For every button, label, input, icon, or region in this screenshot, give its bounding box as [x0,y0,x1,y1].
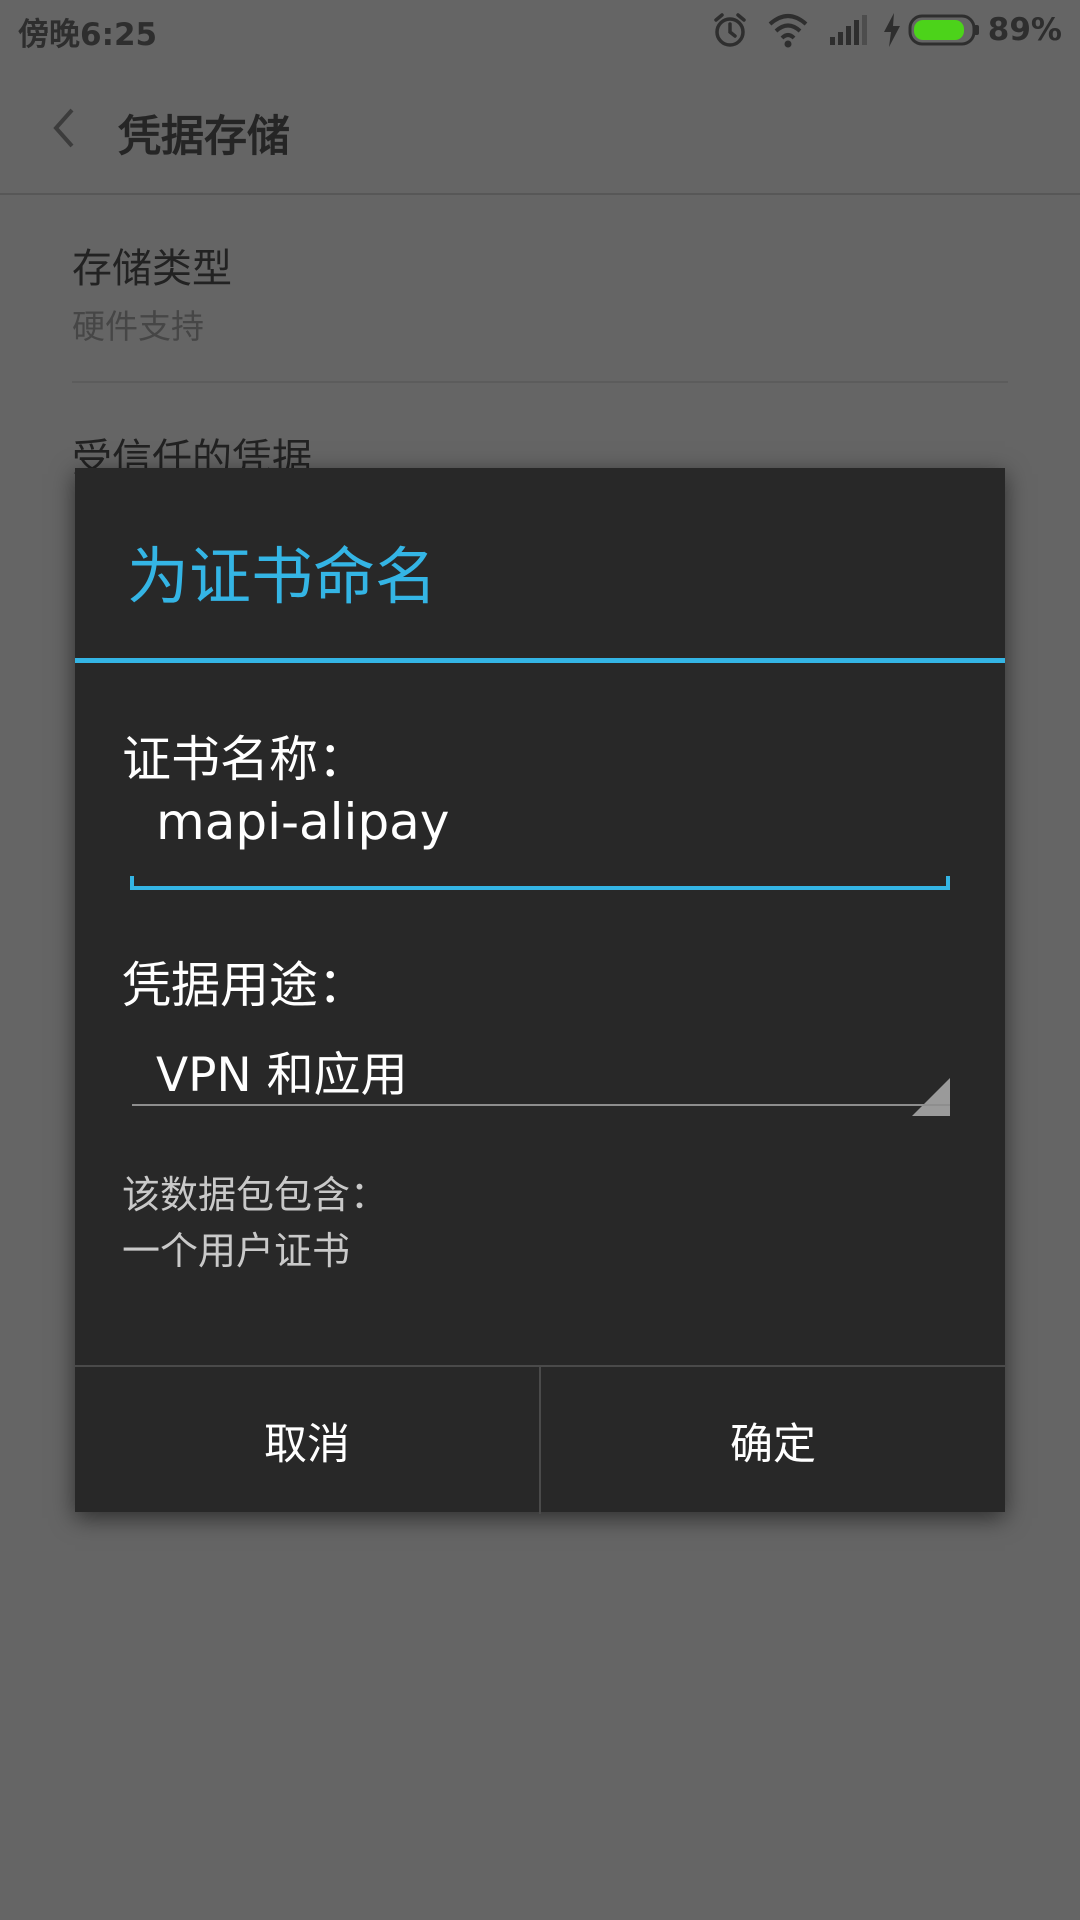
setting-subtitle: 硬件支持 [72,307,204,346]
app-bar: 凭据存储 [0,60,1080,193]
credential-usage-value: VPN 和应用 [156,1048,408,1103]
dropdown-underline [132,1104,950,1106]
chevron-left-icon [53,108,74,148]
credential-usage-label: 凭据用途： [122,957,368,1014]
wifi-icon [768,12,808,48]
dialog-title: 为证书命名 [127,540,438,613]
input-underline [130,886,950,890]
charging-icon [882,13,902,47]
status-time: 傍晚6:25 [18,17,158,53]
status-bar: 傍晚6:25 89% [0,0,1080,60]
dialog-button-bar: 取消 确定 [75,1365,1005,1514]
page-title: 凭据存储 [118,112,290,162]
setting-storage-type[interactable]: 存储类型 硬件支持 [72,236,1008,348]
battery-percent: 89% [987,12,1062,48]
battery-icon [908,14,980,46]
package-contents: 一个用户证书 [122,1229,351,1273]
certificate-name-label: 证书名称： [122,731,368,788]
certificate-name-input[interactable] [130,792,976,852]
setting-title: 存储类型 [72,246,232,292]
input-underline-tick [946,876,950,888]
ok-button[interactable]: 确定 [541,1367,1005,1514]
alarm-icon [710,10,750,50]
back-button[interactable] [36,98,96,158]
dialog-title-divider [75,658,1005,663]
list-divider [72,381,1008,383]
package-contains-label: 该数据包包含： [122,1173,389,1217]
app-bar-divider [0,193,1080,195]
dropdown-arrow-icon [912,1078,950,1116]
status-icons: 89% [710,10,1062,50]
cancel-button[interactable]: 取消 [75,1367,539,1514]
name-certificate-dialog: 为证书命名 证书名称： 凭据用途： VPN 和应用 该数据包包含： 一个用户证书… [75,468,1005,1514]
input-underline-tick [130,876,134,888]
signal-icon [828,15,868,45]
